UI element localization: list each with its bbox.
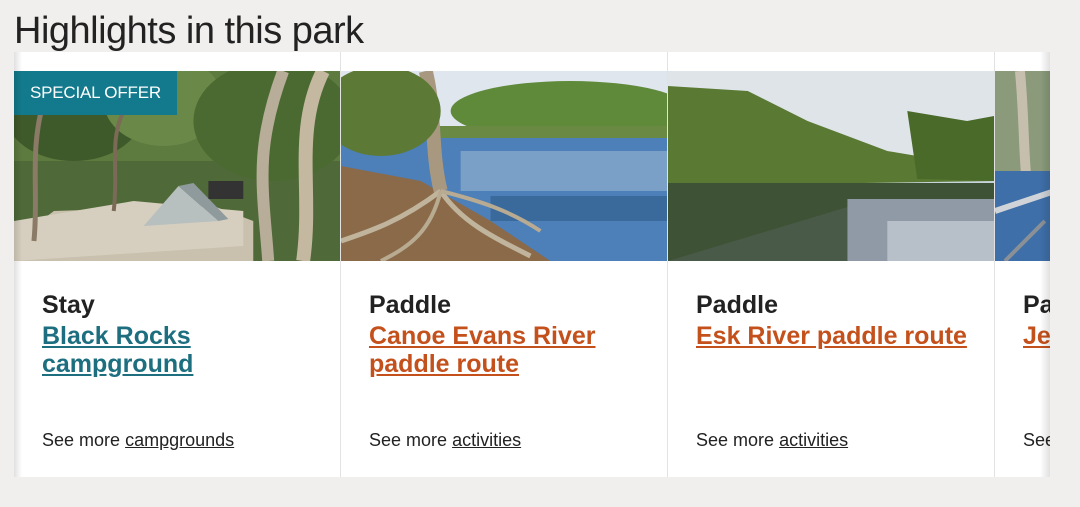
see-more-text: See more campgrounds	[42, 430, 234, 451]
highlight-card[interactable]: Paddle Esk River paddle route See more a…	[668, 52, 995, 477]
card-category: Paddle	[369, 291, 451, 319]
highlights-carousel[interactable]: SPECIAL OFFER Stay Black Rocks campgroun…	[14, 52, 1050, 477]
see-more-prefix: See more	[369, 430, 448, 450]
card-title-link[interactable]: Je pa	[1023, 322, 1050, 350]
card-title-link[interactable]: Canoe Evans River paddle route	[369, 322, 657, 378]
see-more-activities-link[interactable]: activities	[779, 430, 848, 450]
highlight-card[interactable]: Pa Je pa See	[995, 52, 1050, 477]
card-title-link[interactable]: Black Rocks campground	[42, 322, 330, 378]
highlight-card[interactable]: Paddle Canoe Evans River paddle route Se…	[341, 52, 668, 477]
see-more-activities-link[interactable]: activities	[452, 430, 521, 450]
card-category: Paddle	[696, 291, 778, 319]
highlight-card[interactable]: SPECIAL OFFER Stay Black Rocks campgroun…	[14, 52, 341, 477]
see-more-campgrounds-link[interactable]: campgrounds	[125, 430, 234, 450]
special-offer-badge: SPECIAL OFFER	[14, 71, 177, 115]
see-more-prefix: See	[1023, 430, 1050, 450]
esk-river-photo[interactable]	[668, 71, 994, 261]
card-category: Pa	[1023, 291, 1050, 319]
river-roots-photo[interactable]	[341, 71, 667, 261]
section-heading: Highlights in this park	[14, 10, 364, 52]
see-more-text: See more activities	[369, 430, 521, 451]
jetty-photo[interactable]	[995, 71, 1050, 261]
carousel-track: SPECIAL OFFER Stay Black Rocks campgroun…	[14, 52, 1050, 477]
see-more-text: See more activities	[696, 430, 848, 451]
see-more-text: See	[1023, 430, 1050, 451]
see-more-prefix: See more	[42, 430, 121, 450]
card-title-link[interactable]: Esk River paddle route	[696, 322, 984, 350]
card-category: Stay	[42, 291, 95, 319]
see-more-prefix: See more	[696, 430, 775, 450]
